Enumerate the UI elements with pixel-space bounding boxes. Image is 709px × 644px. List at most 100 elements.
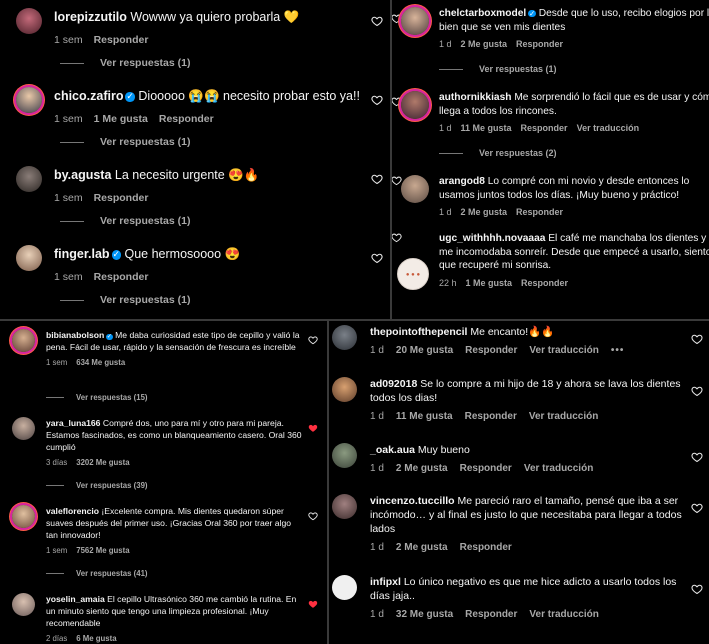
reply-button[interactable]: Responder — [521, 278, 568, 288]
heart-icon[interactable] — [691, 583, 703, 595]
divider — [60, 220, 84, 222]
reply-button[interactable]: Responder — [460, 463, 512, 474]
reply-button[interactable]: Responder — [94, 271, 149, 283]
divider — [46, 485, 64, 487]
avatar[interactable] — [401, 91, 429, 119]
view-replies-button[interactable]: Ver respuestas (1) — [54, 215, 190, 227]
username[interactable]: valeflorencio — [46, 506, 99, 516]
reply-button[interactable]: Responder — [465, 411, 517, 422]
heart-icon[interactable] — [371, 173, 383, 185]
username[interactable]: yoselin_amaia — [46, 594, 105, 604]
heart-icon[interactable] — [308, 335, 318, 345]
reply-button[interactable]: Responder — [516, 39, 563, 49]
avatar[interactable]: ● ● ● — [397, 258, 429, 290]
translate-button[interactable]: Ver traducción — [529, 411, 598, 422]
username[interactable]: by.agusta — [54, 168, 111, 182]
heart-icon[interactable] — [391, 175, 402, 186]
reply-button[interactable]: Responder — [159, 113, 214, 125]
reply-button[interactable]: Responder — [521, 123, 568, 133]
likes-count[interactable]: 6 Me gusta — [76, 634, 116, 643]
likes-count[interactable]: 2 Me gusta — [461, 39, 508, 49]
username[interactable]: chelctarboxmodel — [439, 8, 526, 19]
avatar[interactable] — [332, 575, 357, 600]
heart-icon[interactable] — [371, 94, 383, 106]
likes-count[interactable]: 2 Me gusta — [396, 463, 448, 474]
heart-icon[interactable] — [691, 385, 703, 397]
heart-icon[interactable] — [308, 511, 318, 521]
heart-icon[interactable] — [691, 451, 703, 463]
reply-button[interactable]: Responder — [94, 192, 149, 204]
username[interactable]: chico.zafiro — [54, 89, 123, 103]
reply-button[interactable]: Responder — [516, 207, 563, 217]
reply-button[interactable]: Responder — [465, 609, 517, 620]
comment-time: 22 h — [439, 277, 457, 288]
comment-text: Desde que lo uso, recibo elogios por lo — [538, 8, 709, 19]
username[interactable]: ad092018 — [370, 378, 417, 390]
heart-icon[interactable] — [691, 333, 703, 345]
reply-button[interactable]: Responder — [465, 345, 517, 356]
avatar[interactable] — [12, 593, 35, 616]
likes-count[interactable]: 2 Me gusta — [396, 542, 448, 553]
divider — [439, 153, 463, 155]
divider — [46, 573, 64, 575]
username[interactable]: yara_luna166 — [46, 418, 100, 428]
likes-count[interactable]: 7562 Me gusta — [76, 546, 129, 555]
likes-count[interactable]: 634 Me gusta — [76, 358, 125, 367]
avatar[interactable] — [332, 377, 357, 402]
avatar[interactable] — [401, 175, 429, 203]
likes-count[interactable]: 1 Me gusta — [466, 278, 513, 288]
username[interactable]: finger.lab — [54, 247, 110, 261]
avatar[interactable] — [401, 7, 429, 35]
username[interactable]: bibianabolson — [46, 330, 104, 340]
username[interactable]: infipxl — [370, 576, 401, 588]
view-replies-button[interactable]: Ver respuestas (1) — [54, 136, 190, 148]
likes-count[interactable]: 32 Me gusta — [396, 609, 453, 620]
comment-text: Me sorprendió lo fácil que es de usar y … — [514, 92, 709, 103]
heart-icon[interactable] — [391, 232, 402, 243]
view-replies-button[interactable]: Ver respuestas (41) — [46, 569, 148, 578]
avatar[interactable] — [16, 8, 42, 34]
likes-count[interactable]: 11 Me gusta — [461, 123, 512, 133]
comment-text: Se lo compre a mi hijo de 18 y ahora se … — [370, 378, 681, 404]
translate-button[interactable]: Ver traducción — [577, 123, 640, 133]
heart-icon[interactable] — [308, 599, 318, 609]
heart-icon[interactable] — [371, 15, 383, 27]
username[interactable]: _oak.aua — [370, 444, 415, 456]
avatar[interactable] — [12, 329, 35, 352]
username[interactable]: authornikkiash — [439, 92, 511, 103]
reply-button[interactable]: Responder — [94, 34, 149, 46]
heart-icon[interactable] — [691, 502, 703, 514]
reply-button[interactable]: Responder — [460, 542, 512, 553]
username[interactable]: vincenzo.tuccillo — [370, 495, 455, 507]
more-options-icon[interactable]: ••• — [611, 345, 625, 356]
view-replies-button[interactable]: Ver respuestas (1) — [439, 64, 557, 74]
username[interactable]: lorepizzutilo — [54, 10, 127, 24]
comment-time: 1 sem — [54, 113, 83, 125]
likes-count[interactable]: 11 Me gusta — [396, 411, 453, 422]
translate-button[interactable]: Ver traducción — [529, 345, 598, 356]
heart-icon[interactable] — [371, 252, 383, 264]
view-replies-button[interactable]: Ver respuestas (15) — [46, 393, 148, 402]
avatar[interactable] — [16, 245, 42, 271]
likes-count[interactable]: 20 Me gusta — [396, 345, 453, 356]
username[interactable]: ugc_withhhh.novaaaa — [439, 233, 545, 244]
avatar[interactable] — [332, 325, 357, 350]
username[interactable]: thepointofthepencil — [370, 326, 467, 338]
avatar[interactable] — [16, 166, 42, 192]
avatar[interactable] — [16, 87, 42, 113]
translate-button[interactable]: Ver traducción — [529, 609, 598, 620]
likes-count[interactable]: 1 Me gusta — [94, 113, 148, 125]
avatar[interactable] — [332, 494, 357, 519]
avatar[interactable] — [12, 417, 35, 440]
view-replies-button[interactable]: Ver respuestas (1) — [54, 294, 190, 306]
avatar[interactable] — [332, 443, 357, 468]
username[interactable]: arangod8 — [439, 176, 485, 187]
view-replies-button[interactable]: Ver respuestas (39) — [46, 481, 148, 490]
avatar[interactable] — [12, 505, 35, 528]
likes-count[interactable]: 2 Me gusta — [461, 207, 508, 217]
translate-button[interactable]: Ver traducción — [524, 463, 593, 474]
heart-icon[interactable] — [308, 423, 318, 433]
likes-count[interactable]: 3202 Me gusta — [76, 458, 129, 467]
view-replies-button[interactable]: Ver respuestas (2) — [439, 148, 557, 158]
view-replies-button[interactable]: Ver respuestas (1) — [54, 57, 190, 69]
